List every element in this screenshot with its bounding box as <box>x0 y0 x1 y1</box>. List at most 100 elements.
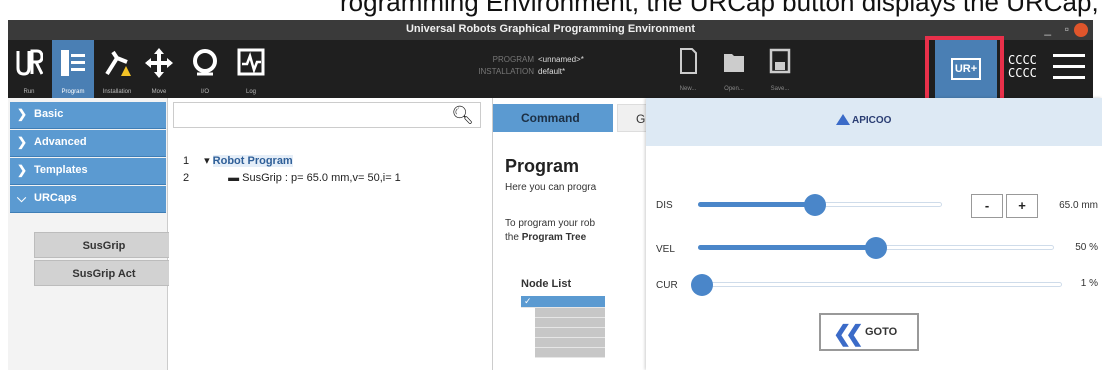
vel-slider-fill <box>698 245 876 250</box>
tab-run[interactable]: Run <box>8 40 50 98</box>
new-label: New... <box>679 86 697 92</box>
program-help-text-3a: the <box>505 232 522 243</box>
tab-program-label: Program <box>61 89 85 95</box>
program-help-text-3: the Program Tree <box>505 232 645 243</box>
node-list-row[interactable] <box>535 308 605 318</box>
tab-command[interactable]: Command <box>493 104 613 132</box>
cur-slider-track[interactable] <box>698 282 1062 287</box>
search-icon[interactable]: 🔍︎ <box>451 105 474 126</box>
line-number: 2 <box>183 172 190 184</box>
tab-log[interactable]: Log <box>230 40 272 98</box>
caption-strip: rogramming Environment, the URCap button… <box>0 0 1102 20</box>
tab-move[interactable]: Move <box>138 40 180 98</box>
tab-move-label: Move <box>151 89 167 95</box>
tab-io[interactable]: I/O <box>184 40 226 98</box>
nav-susgrip-act[interactable]: SusGrip Act <box>34 260 174 286</box>
left-nav: ❯ Basic ❯ Advanced ❯ Templates ⌵ URCaps … <box>8 98 174 370</box>
caption-text: rogramming Environment, the URCap button… <box>340 0 1102 17</box>
chevron-down-icon: ⌵ <box>17 191 27 205</box>
node-list-row[interactable] <box>535 348 605 358</box>
dis-slider-knob[interactable] <box>804 194 827 216</box>
hamburger-menu-icon[interactable] <box>1053 54 1085 87</box>
node-list-row[interactable] <box>535 338 605 348</box>
dis-plus-button[interactable]: + <box>1006 194 1038 218</box>
dis-label: DIS <box>656 200 673 211</box>
apicoo-logo-text: APICOO <box>852 115 892 126</box>
tab-log-label: Log <box>245 89 256 95</box>
cur-slider-knob[interactable] <box>690 274 713 296</box>
open-label: Open... <box>724 86 744 92</box>
move-icon <box>145 48 173 78</box>
node-list[interactable]: ✓ <box>521 296 605 370</box>
program-tree-pane: 🔍︎ 1 ▾ Robot Program 2 ▬ SusGrip : p= 65… <box>169 98 487 370</box>
save-button[interactable]: Save... <box>760 46 800 96</box>
tab-graphics[interactable]: G <box>617 104 647 132</box>
new-button[interactable]: New... <box>668 46 708 96</box>
node-dash-icon: ▬ <box>228 172 240 184</box>
tab-program[interactable]: Program <box>52 40 94 98</box>
cccc-line-2: CCCC <box>1008 66 1037 80</box>
line-number: 1 <box>183 155 190 167</box>
nav-templates-label: Templates <box>34 164 88 176</box>
node-list-row[interactable] <box>535 328 605 338</box>
vel-value: 50 % <box>1075 242 1098 253</box>
cur-value: 1 % <box>1080 278 1098 289</box>
nav-basic[interactable]: ❯ Basic <box>10 102 166 129</box>
program-tree-icon <box>61 50 85 76</box>
save-label: Save... <box>770 86 790 92</box>
chevron-right-icon: ❯ <box>17 135 28 149</box>
open-button[interactable]: Open... <box>714 46 754 96</box>
dis-minus-button[interactable]: - <box>971 194 1003 218</box>
program-heading: Program <box>505 156 580 176</box>
double-chevron-left-icon: ❮❮ <box>833 321 864 346</box>
apicoo-logo: APICOO <box>836 114 891 126</box>
susgrip-node-label: SusGrip : p= 65.0 mm,v= 50,i= 1 <box>242 172 401 184</box>
cur-label: CUR <box>656 280 678 291</box>
nav-susgrip[interactable]: SusGrip <box>34 232 174 258</box>
folder-icon <box>724 54 744 72</box>
dis-value: 65.0 mm <box>1059 200 1098 211</box>
tab-installation-label: Installation <box>102 89 132 95</box>
close-button[interactable] <box>1074 23 1088 37</box>
tree-search-input[interactable]: 🔍︎ <box>173 102 481 128</box>
minimize-button[interactable]: _ <box>1044 22 1051 36</box>
program-info: PROGRAM <unnamed>* INSTALLATION default* <box>468 54 584 78</box>
tree-node-robot-program[interactable]: 1 ▾ Robot Program <box>183 154 293 167</box>
ur-logo-icon <box>16 49 43 76</box>
maximize-button[interactable]: ▫ <box>1065 22 1069 36</box>
robot-program-label: Robot Program <box>212 155 293 167</box>
installation-key: INSTALLATION <box>478 67 534 76</box>
vel-label: VEL <box>656 244 675 255</box>
chevron-right-icon: ❯ <box>17 107 28 121</box>
vel-slider-knob[interactable] <box>865 237 887 259</box>
tab-io-label: I/O <box>200 89 209 95</box>
nav-urcaps-label: URCaps <box>34 192 77 204</box>
program-value: <unnamed>* <box>538 55 584 64</box>
program-tree-link-text: Program Tree <box>521 232 587 243</box>
urcap-panel-header: APICOO <box>646 98 1102 146</box>
goto-button[interactable]: ❮❮ GOTO <box>819 313 919 351</box>
node-list-label: Node List <box>521 278 572 290</box>
goto-label: GOTO <box>865 326 898 338</box>
cccc-label: CCCC CCCC <box>1008 54 1037 80</box>
program-help-text-2: To program your rob <box>505 218 596 229</box>
collapse-triangle-icon[interactable]: ▾ <box>204 155 210 167</box>
io-icon <box>193 49 217 76</box>
installation-icon <box>105 50 131 76</box>
tree-node-susgrip[interactable]: 2 ▬ SusGrip : p= 65.0 mm,v= 50,i= 1 <box>183 172 401 184</box>
tab-installation[interactable]: Installation <box>96 40 138 98</box>
save-icon <box>769 48 791 74</box>
dis-slider-fill <box>698 202 816 207</box>
nav-urcaps[interactable]: ⌵ URCaps <box>10 186 166 213</box>
node-list-row[interactable] <box>535 318 605 328</box>
tab-run-label: Run <box>23 89 35 95</box>
nav-advanced[interactable]: ❯ Advanced <box>10 130 166 157</box>
command-pane: Command G Program Here you can progra To… <box>492 98 647 370</box>
log-icon <box>237 48 265 76</box>
urcap-panel: APICOO DIS - + 65.0 mm VEL 50 % CUR 1 % … <box>646 98 1102 370</box>
program-key: PROGRAM <box>492 55 534 64</box>
node-list-row-selected[interactable]: ✓ <box>521 296 605 308</box>
nav-basic-label: Basic <box>34 108 64 120</box>
program-help-text-1: Here you can progra <box>505 182 597 193</box>
nav-templates[interactable]: ❯ Templates <box>10 158 166 185</box>
